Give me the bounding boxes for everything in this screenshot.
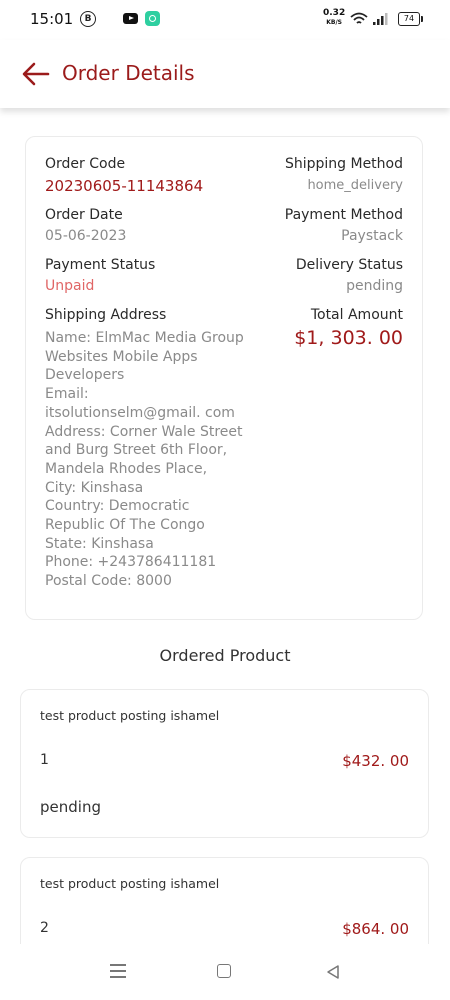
shipping-method-label: Shipping Method <box>284 156 403 172</box>
product-status: pending <box>40 798 101 816</box>
order-details-card: Order Code 20230605-11143864 Shipping Me… <box>25 136 423 620</box>
payment-method-label: Payment Method <box>284 207 403 223</box>
status-time: 15:01 <box>30 10 74 28</box>
address-line: City: Kinshasa <box>45 479 144 496</box>
home-icon[interactable] <box>217 964 231 978</box>
address-line: Postal Code: 8000 <box>45 573 172 590</box>
network-speed-unit: KB/S <box>326 19 342 26</box>
status-bar: 15:01 B 0.32 KB/S 74 <box>0 0 450 40</box>
product-name: test product posting ishamel <box>40 708 220 723</box>
address-line: Phone: +243786411181 <box>45 554 217 571</box>
address-line: Developers <box>45 367 125 384</box>
product-price: $864. 00 <box>342 920 409 938</box>
back-arrow-icon[interactable] <box>22 62 50 86</box>
wifi-icon <box>350 12 368 24</box>
payment-status-label: Payment Status <box>45 257 156 273</box>
product-quantity: 2 <box>40 920 49 936</box>
product-price: $432. 00 <box>342 752 409 770</box>
product-quantity: 1 <box>40 752 49 768</box>
shipping-address-label: Shipping Address <box>45 307 167 323</box>
address-line: Country: Democratic <box>45 498 190 515</box>
message-app-icon <box>145 11 160 26</box>
back-icon[interactable] <box>325 964 341 980</box>
delivery-status-value: pending <box>346 278 403 294</box>
network-speed-value: 0.32 <box>323 8 346 18</box>
ordered-product-heading: Ordered Product <box>159 646 291 665</box>
address-line: Websites Mobile Apps <box>45 348 198 365</box>
product-name: test product posting ishamel <box>40 876 220 891</box>
address-line: itsolutionselm@gmail. com <box>45 404 235 421</box>
signal-icon <box>373 13 388 25</box>
system-nav-bar <box>0 944 450 1000</box>
address-line: Mandela Rhodes Place, <box>45 460 208 477</box>
page-title: Order Details <box>62 61 195 85</box>
order-date-label: Order Date <box>45 207 123 223</box>
address-line: Name: ElmMac Media Group <box>45 330 244 346</box>
total-amount-label: Total Amount <box>310 307 403 323</box>
product-card[interactable]: test product posting ishamel 1 $432. 00 … <box>20 689 429 838</box>
address-line: and Burg Street 6th Floor, <box>45 442 228 459</box>
address-line: Republic Of The Congo <box>45 517 205 534</box>
youtube-icon <box>123 13 138 24</box>
network-speed: 0.32 KB/S <box>323 9 345 27</box>
order-code-label: Order Code <box>45 156 126 172</box>
battery-icon: 74 <box>398 12 423 26</box>
b-circle-icon: B <box>80 11 96 27</box>
address-line: State: Kinshasa <box>45 535 154 552</box>
shipping-address: Name: ElmMac Media Group Websites Mobile… <box>45 329 275 591</box>
payment-status-value: Unpaid <box>45 278 95 294</box>
shipping-method-value: home_delivery <box>307 178 403 193</box>
address-line: Address: Corner Wale Street <box>45 423 243 440</box>
order-code-value: 20230605-11143864 <box>45 177 204 195</box>
payment-method-value: Paystack <box>341 228 403 244</box>
delivery-status-label: Delivery Status <box>295 257 403 273</box>
order-date-value: 05-06-2023 <box>45 228 127 244</box>
app-header: Order Details <box>0 40 450 108</box>
menu-icon[interactable] <box>110 964 126 982</box>
address-line: Email: <box>45 386 89 403</box>
total-amount-value: $1, 303. 00 <box>294 327 403 349</box>
